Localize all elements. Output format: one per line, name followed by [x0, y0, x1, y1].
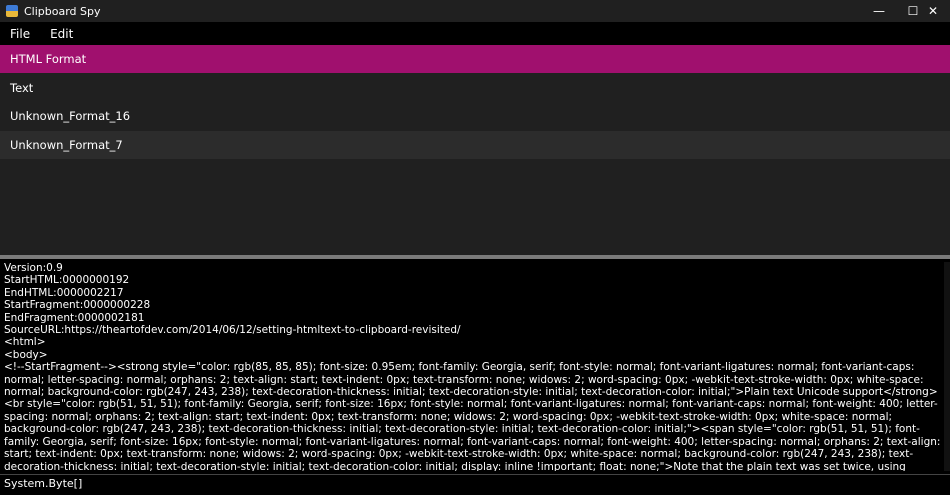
title-bar[interactable]: Clipboard Spy — ☐ ✕ — [0, 0, 950, 22]
format-item-label: Unknown_Format_16 — [10, 109, 131, 124]
menu-edit[interactable]: Edit — [40, 27, 83, 41]
window-title: Clipboard Spy — [24, 4, 101, 18]
status-bar: System.Byte[] — [0, 474, 950, 495]
status-text: System.Byte[] — [4, 477, 83, 490]
menu-file[interactable]: File — [0, 27, 40, 41]
format-item-label: HTML Format — [10, 52, 87, 66]
format-item-html-format[interactable]: HTML Format — [0, 45, 950, 73]
clipboard-format-list: HTML Format Text Unknown_Format_16 Unkno… — [0, 45, 950, 255]
app-icon — [6, 5, 18, 17]
menu-bar: File Edit — [0, 22, 950, 45]
format-item-text[interactable]: Text — [0, 73, 950, 102]
format-item-label: Text — [10, 80, 34, 95]
content-scrollbar[interactable] — [944, 262, 950, 471]
close-icon[interactable]: ✕ — [916, 0, 950, 22]
minimize-icon[interactable]: — — [862, 0, 896, 22]
format-item-label: Unknown_Format_7 — [10, 137, 123, 152]
pane-splitter[interactable] — [0, 255, 950, 259]
format-item-unknown-7[interactable]: Unknown_Format_7 — [0, 130, 950, 159]
format-item-unknown-16[interactable]: Unknown_Format_16 — [0, 102, 950, 131]
clipboard-content-viewer[interactable]: Version:0.9 StartHTML:0000000192 EndHTML… — [4, 262, 944, 471]
